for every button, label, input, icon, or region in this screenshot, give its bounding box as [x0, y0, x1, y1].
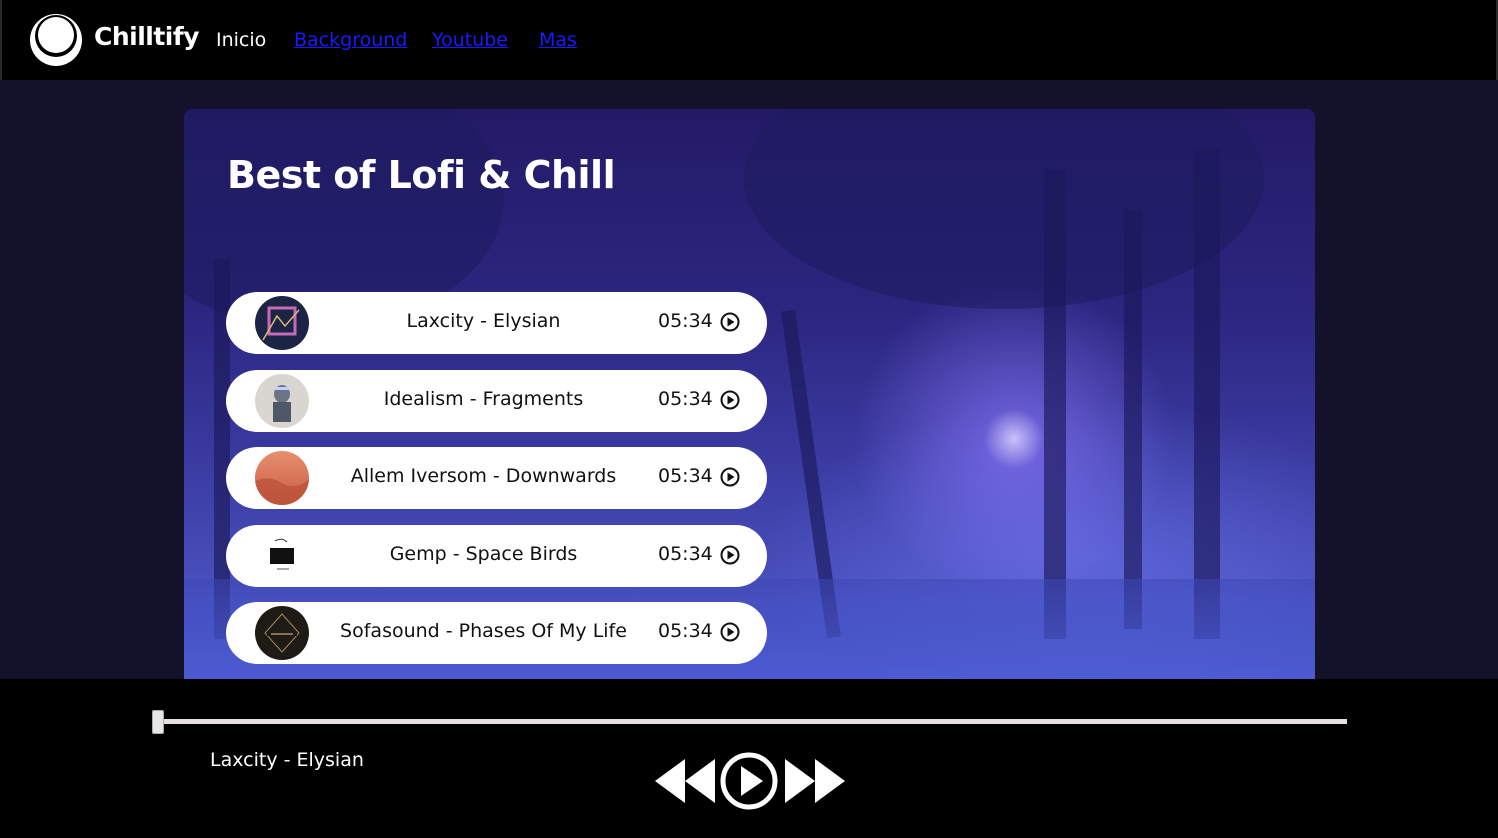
track-duration: 05:34 [658, 388, 713, 410]
track-item[interactable]: Gemp - Space Birds 05:34 [226, 525, 767, 587]
play-pause-icon[interactable] [719, 751, 779, 811]
track-item[interactable]: Allem Iversom - Downwards 05:34 [226, 447, 767, 509]
track-item[interactable]: Idealism - Fragments 05:34 [226, 370, 767, 432]
play-circle-icon[interactable] [720, 467, 740, 487]
background-tree [1194, 149, 1220, 639]
play-circle-icon[interactable] [720, 545, 740, 565]
track-name: Gemp - Space Birds [389, 543, 578, 565]
gemp-cover-icon [255, 529, 309, 583]
play-circle-icon[interactable] [720, 622, 740, 642]
track-name: Idealism - Fragments [383, 388, 584, 410]
background-tree [1044, 169, 1066, 639]
background-tree [1124, 209, 1142, 629]
track-duration: 05:34 [658, 465, 713, 487]
track-duration: 05:34 [658, 310, 713, 332]
laxcity-cover-icon [255, 296, 309, 350]
play-circle-icon[interactable] [720, 312, 740, 332]
track-duration: 05:34 [658, 620, 713, 642]
track-name: Laxcity - Elysian [406, 310, 561, 332]
play-circle-icon[interactable] [720, 390, 740, 410]
track-name: Sofasound - Phases Of My Life [340, 620, 627, 642]
track-item[interactable]: Laxcity - Elysian 05:34 [226, 292, 767, 354]
brand-name[interactable]: Chilltify [94, 22, 200, 51]
previous-track-icon[interactable] [653, 757, 717, 805]
playlist-hero-card: Best of Lofi & Chill Laxcity - Elysian 0… [184, 109, 1315, 689]
sofasound-cover-icon [255, 606, 309, 660]
allem-cover-icon [255, 451, 309, 505]
nav-link-inicio[interactable]: Inicio [216, 29, 266, 51]
nav-link-youtube[interactable]: Youtube [432, 29, 508, 51]
next-track-icon[interactable] [783, 757, 847, 805]
playlist-title: Best of Lofi & Chill [227, 153, 616, 197]
now-playing-title: Laxcity - Elysian [210, 749, 364, 771]
track-name: Allem Iversom - Downwards [350, 465, 617, 487]
progress-slider[interactable] [155, 719, 1347, 724]
background-foliage [744, 109, 1264, 309]
nav-link-mas[interactable]: Mas [539, 29, 577, 51]
moon-logo-icon[interactable] [30, 14, 82, 66]
bottom-player-bar: Laxcity - Elysian [0, 679, 1498, 838]
progress-slider-handle[interactable] [152, 710, 164, 734]
track-item[interactable]: Sofasound - Phases Of My Life 05:34 [226, 602, 767, 664]
track-duration: 05:34 [658, 543, 713, 565]
top-navbar: Chilltify Inicio Background Youtube Mas [0, 0, 1498, 80]
nav-link-background[interactable]: Background [294, 29, 407, 51]
idealism-cover-icon [255, 374, 309, 428]
